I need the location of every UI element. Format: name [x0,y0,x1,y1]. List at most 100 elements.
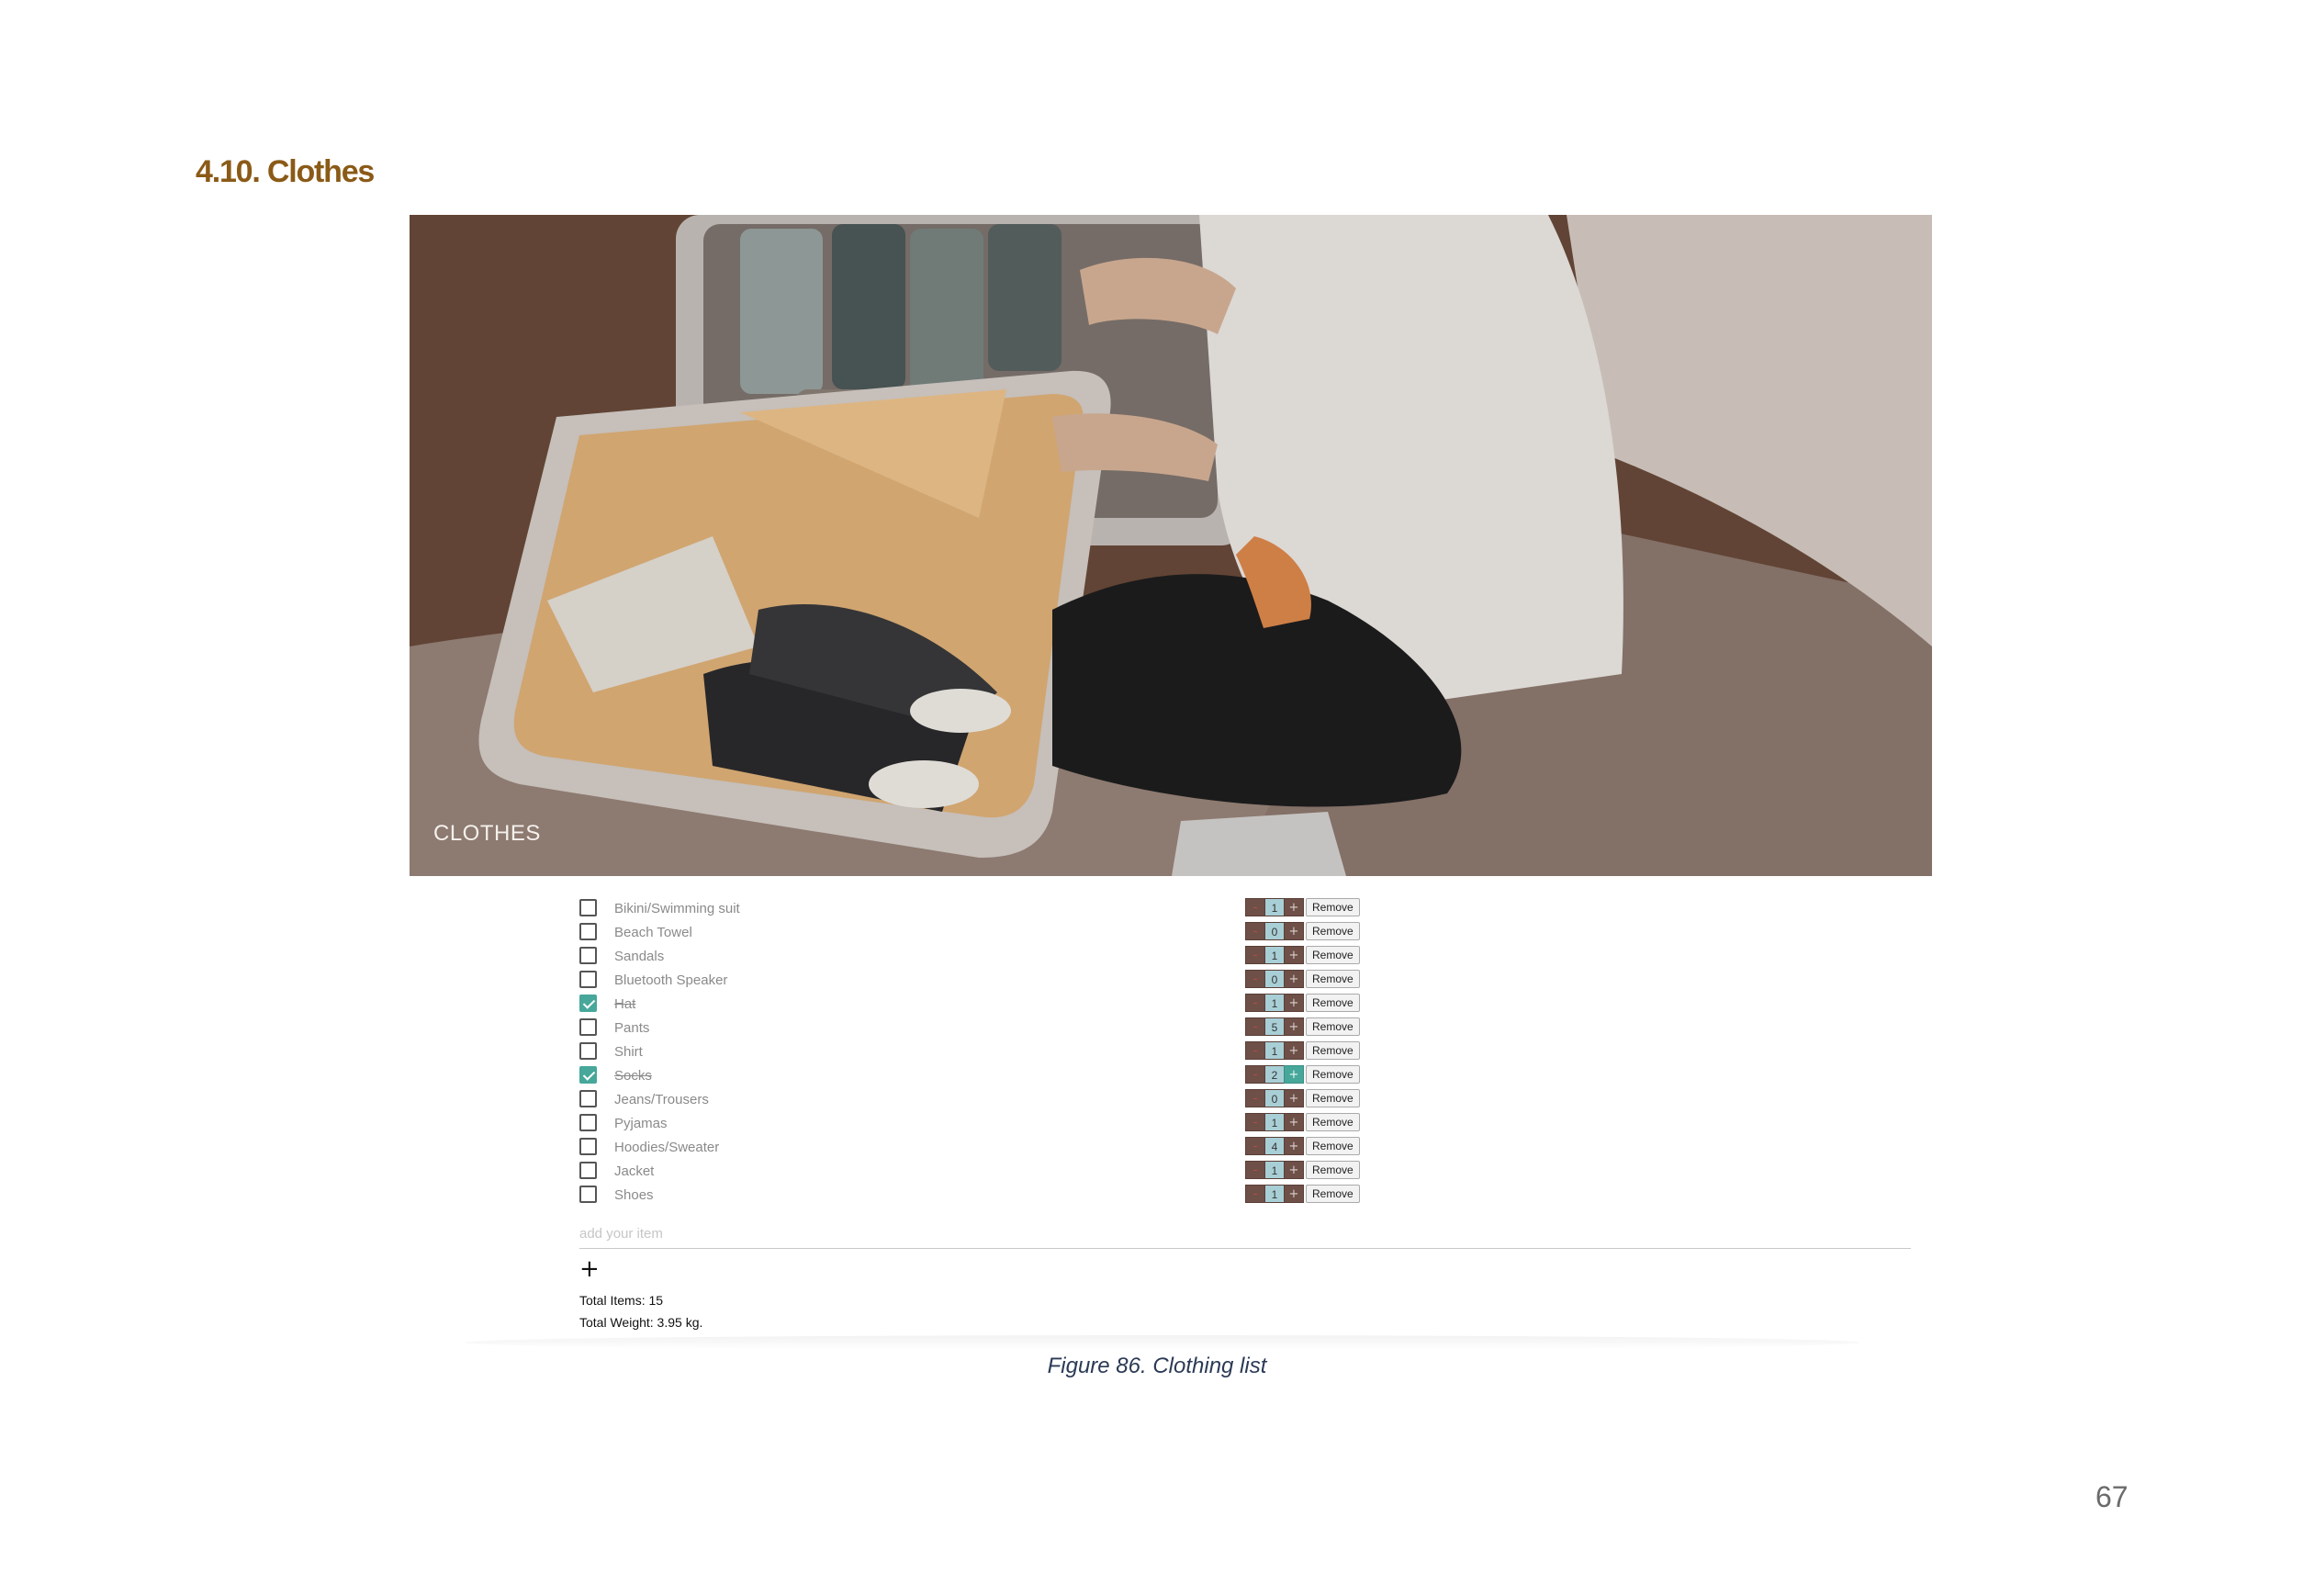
quantity-stepper: -1 + Remove [1245,946,1360,964]
item-checkbox[interactable] [579,923,597,940]
item-checkbox[interactable] [579,1042,597,1060]
quantity-value: 0 [1265,970,1284,988]
decrement-button[interactable]: - [1245,994,1265,1012]
list-item: Bluetooth Speaker -0 + Remove [579,970,1911,994]
increment-button[interactable]: + [1284,1041,1304,1060]
increment-button[interactable]: + [1284,946,1304,964]
list-item: Jacket -1 + Remove [579,1161,1911,1185]
quantity-value: 1 [1265,1185,1284,1203]
item-checkbox[interactable] [579,1114,597,1131]
quantity-value: 1 [1265,898,1284,916]
item-checkbox[interactable] [579,1162,597,1179]
remove-button[interactable]: Remove [1306,1017,1360,1036]
item-label: Bluetooth Speaker [614,972,728,988]
quantity-value: 5 [1265,1017,1284,1036]
increment-button[interactable]: + [1284,1017,1304,1036]
list-item: Bikini/Swimming suit -1 + Remove [579,898,1911,922]
quantity-value: 1 [1265,1113,1284,1131]
item-checkbox[interactable] [579,899,597,916]
remove-button[interactable]: Remove [1306,1137,1360,1155]
hero-title: CLOTHES [433,821,541,846]
item-label: Pants [614,1020,650,1036]
decrement-button[interactable]: - [1245,1113,1265,1131]
remove-button[interactable]: Remove [1306,1113,1360,1131]
item-label: Beach Towel [614,925,692,940]
quantity-stepper: -1 + Remove [1245,1041,1360,1060]
item-checkbox[interactable] [579,1018,597,1036]
increment-button[interactable]: + [1284,1185,1304,1203]
quantity-value: 4 [1265,1137,1284,1155]
decrement-button[interactable]: - [1245,1017,1265,1036]
remove-button[interactable]: Remove [1306,970,1360,988]
decrement-button[interactable]: - [1245,1161,1265,1179]
decrement-button[interactable]: - [1245,898,1265,916]
decrement-button[interactable]: - [1245,1065,1265,1084]
remove-button[interactable]: Remove [1306,1161,1360,1179]
item-label: Shirt [614,1044,643,1060]
quantity-stepper: -1 + Remove [1245,898,1360,916]
add-item-button[interactable]: + [579,1257,600,1282]
increment-button[interactable]: + [1284,1065,1304,1084]
quantity-stepper: -2 + Remove [1245,1065,1360,1084]
remove-button[interactable]: Remove [1306,1185,1360,1203]
list-item: Pyjamas -1 + Remove [579,1113,1911,1137]
item-label: Hoodies/Sweater [614,1140,720,1155]
remove-button[interactable]: Remove [1306,1041,1360,1060]
section-heading: 4.10. Clothes [196,154,375,189]
list-item: Jeans/Trousers -0 + Remove [579,1089,1911,1113]
list-item: Shoes -1 + Remove [579,1185,1911,1208]
quantity-stepper: -1 + Remove [1245,1185,1360,1203]
item-checkbox[interactable] [579,995,597,1012]
increment-button[interactable]: + [1284,1137,1304,1155]
item-checkbox[interactable] [579,1066,597,1084]
item-list: Bikini/Swimming suit -1 + Remove Beach Towel… [579,898,1911,1208]
item-checkbox[interactable] [579,947,597,964]
increment-button[interactable]: + [1284,1161,1304,1179]
item-label: Jeans/Trousers [614,1092,709,1107]
increment-button[interactable]: + [1284,898,1304,916]
item-label: Pyjamas [614,1116,668,1131]
decrement-button[interactable]: - [1245,1137,1265,1155]
remove-button[interactable]: Remove [1306,922,1360,940]
quantity-value: 1 [1265,994,1284,1012]
increment-button[interactable]: + [1284,970,1304,988]
increment-button[interactable]: + [1284,922,1304,940]
increment-button[interactable]: + [1284,1113,1304,1131]
quantity-value: 1 [1265,946,1284,964]
item-label: Bikini/Swimming suit [614,901,740,916]
item-checkbox[interactable] [579,1186,597,1203]
quantity-stepper: -5 + Remove [1245,1017,1360,1036]
quantity-stepper: -0 + Remove [1245,1089,1360,1107]
quantity-value: 2 [1265,1065,1284,1084]
decrement-button[interactable]: - [1245,946,1265,964]
card-shadow [465,1335,1860,1350]
remove-button[interactable]: Remove [1306,994,1360,1012]
increment-button[interactable]: + [1284,994,1304,1012]
item-checkbox[interactable] [579,1138,597,1155]
decrement-button[interactable]: - [1245,1185,1265,1203]
item-label: Hat [614,996,636,1012]
item-checkbox[interactable] [579,971,597,988]
add-item-input[interactable] [579,1219,1911,1249]
remove-button[interactable]: Remove [1306,898,1360,916]
decrement-button[interactable]: - [1245,1089,1265,1107]
decrement-button[interactable]: - [1245,1041,1265,1060]
increment-button[interactable]: + [1284,1089,1304,1107]
decrement-button[interactable]: - [1245,922,1265,940]
list-item: Hat -1 + Remove [579,994,1911,1017]
item-label: Shoes [614,1187,654,1203]
item-label: Sandals [614,949,665,964]
list-item: Sandals -1 + Remove [579,946,1911,970]
remove-button[interactable]: Remove [1306,1089,1360,1107]
list-item: Beach Towel -0 + Remove [579,922,1911,946]
total-weight: Total Weight: 3.95 kg. [579,1315,703,1330]
remove-button[interactable]: Remove [1306,946,1360,964]
item-checkbox[interactable] [579,1090,597,1107]
quantity-value: 0 [1265,922,1284,940]
decrement-button[interactable]: - [1245,970,1265,988]
remove-button[interactable]: Remove [1306,1065,1360,1084]
quantity-value: 1 [1265,1041,1284,1060]
quantity-value: 1 [1265,1161,1284,1179]
figure-clothing-list: CLOTHES Bikini/Swimming suit -1 + Remove Bea… [410,215,1932,1354]
list-item: Pants -5 + Remove [579,1017,1911,1041]
